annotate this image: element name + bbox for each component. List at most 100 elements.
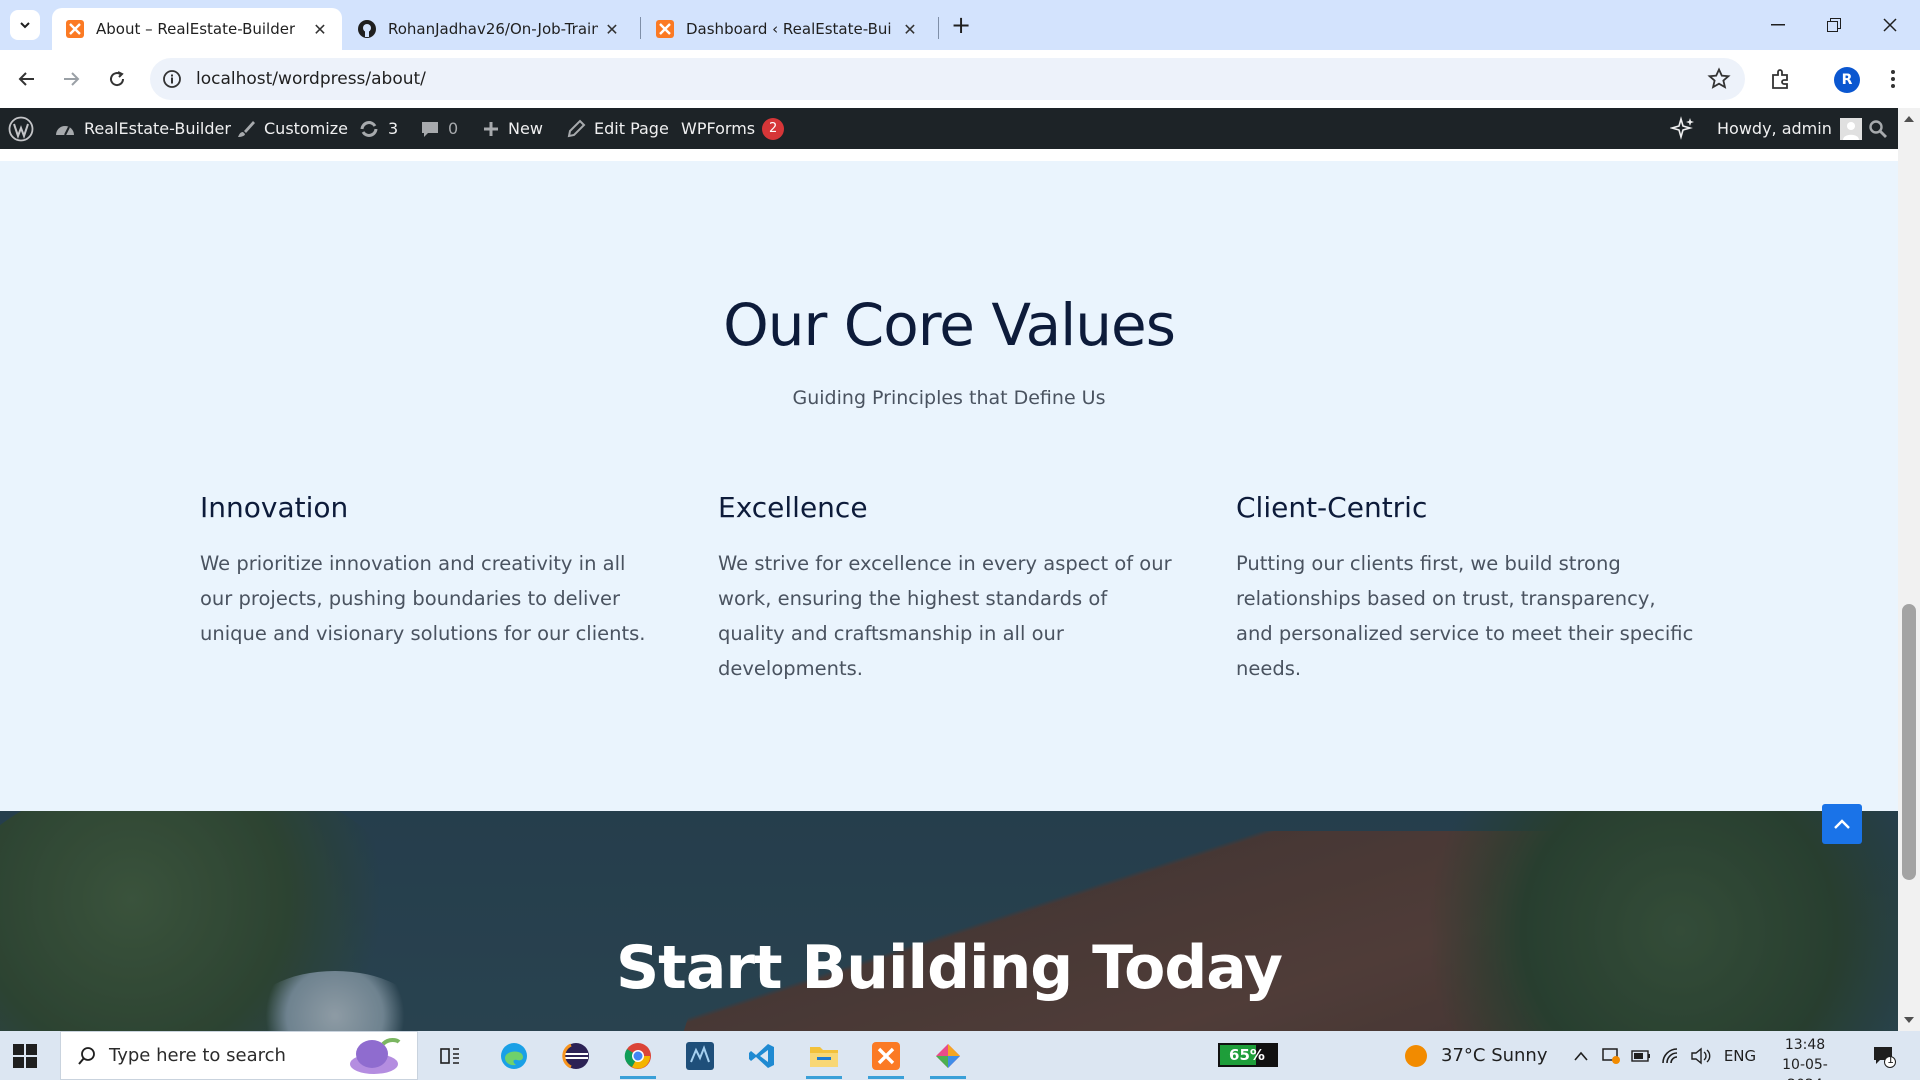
xampp-icon [66, 20, 84, 38]
search-icon [1869, 119, 1887, 138]
page-scrollbar[interactable] [1898, 108, 1920, 1031]
tab-title: RohanJadhav26/On-Job-Trainin [388, 20, 598, 38]
puzzle-icon [1772, 69, 1788, 89]
comment-icon [422, 121, 438, 137]
edge-icon [501, 1042, 527, 1069]
tab-title: About – RealEstate-Builder [96, 20, 296, 38]
updates-link[interactable]: 3 [358, 108, 398, 149]
eclipse-app[interactable] [550, 1031, 602, 1080]
value-text: We prioritize innovation and creativity … [200, 552, 646, 645]
customize-link[interactable]: Customize [236, 108, 348, 149]
back-button[interactable] [12, 64, 42, 94]
restore-button[interactable] [1806, 0, 1862, 50]
browser-tab-strip: About – RealEstate-Builder ✕ RohanJadhav… [0, 0, 1920, 50]
comments-count: 0 [448, 119, 459, 138]
extensions-button[interactable] [1768, 66, 1794, 92]
close-tab-icon[interactable]: ✕ [900, 19, 920, 39]
site-name-menu[interactable]: RealEstate-Builder [54, 108, 231, 149]
vscode-icon [749, 1043, 774, 1068]
value-card-innovation: Innovation We prioritize innovation and … [200, 491, 660, 651]
battery-tray-button[interactable] [1628, 1031, 1654, 1080]
battery-indicator[interactable]: 65% [1218, 1043, 1278, 1067]
value-card-client-centric: Client-Centric Putting our clients first… [1236, 491, 1696, 686]
tab-dashboard[interactable]: Dashboard ‹ RealEstate-Builder ✕ [642, 8, 932, 50]
search-placeholder: Type here to search [109, 1045, 286, 1066]
wpforms-label: WPForms [681, 119, 756, 138]
battery-percent: 65% [1229, 1046, 1265, 1064]
browser-menu-button[interactable] [1880, 66, 1906, 92]
refresh-icon [360, 120, 378, 137]
tab-about[interactable]: About – RealEstate-Builder ✕ [52, 8, 342, 50]
volume-tray-button[interactable] [1688, 1031, 1714, 1080]
weather-widget[interactable]: 37°C Sunny [1405, 1031, 1548, 1080]
xampp-app[interactable] [860, 1031, 912, 1080]
core-values-section: Our Core Values Guiding Principles that … [0, 161, 1898, 811]
customize-label: Customize [264, 119, 348, 138]
comments-link[interactable]: 0 [420, 108, 458, 149]
scroll-down-arrow[interactable] [1904, 1017, 1914, 1023]
scrollbar-thumb[interactable] [1902, 604, 1916, 880]
chrome-app[interactable] [612, 1031, 664, 1080]
show-hidden-icons-button[interactable] [1568, 1031, 1594, 1080]
wpforms-menu[interactable]: WPForms 2 [681, 108, 785, 149]
sparkle-icon [1670, 115, 1694, 140]
eclipse-icon [562, 1042, 589, 1069]
sun-icon [1405, 1044, 1427, 1067]
dashboard-icon [56, 125, 74, 135]
value-text: We strive for excellence in every aspect… [718, 552, 1172, 680]
my-account-menu[interactable]: Howdy, admin [1717, 108, 1862, 149]
minimize-button[interactable] [1750, 0, 1806, 50]
reload-button[interactable] [102, 64, 132, 94]
mysql-workbench-app[interactable] [674, 1031, 726, 1080]
git-client-app[interactable] [922, 1031, 974, 1080]
vscode-app[interactable] [736, 1031, 788, 1080]
task-view-icon [440, 1047, 459, 1064]
notification-center-button[interactable]: 1 [1864, 1031, 1904, 1080]
paintbrush-icon [238, 120, 255, 137]
value-heading: Innovation [200, 491, 349, 524]
minimize-icon [1771, 24, 1785, 26]
scroll-up-arrow[interactable] [1904, 116, 1914, 122]
tab-search-button[interactable] [10, 10, 40, 40]
admin-search-button[interactable] [1868, 108, 1896, 149]
taskbar-clock[interactable]: 13:48 10-05-2024 [1765, 1035, 1845, 1080]
address-bar[interactable]: localhost/wordpress/about/ [150, 58, 1745, 100]
updates-count: 3 [388, 119, 399, 138]
network-tray-button[interactable] [1658, 1031, 1684, 1080]
new-tab-button[interactable]: + [948, 11, 974, 39]
arrow-right-icon [64, 72, 80, 86]
tab-github[interactable]: RohanJadhav26/On-Job-Trainin ✕ [344, 8, 634, 50]
site-info-icon[interactable] [162, 69, 182, 89]
chevron-down-icon [20, 22, 30, 29]
section-divider [0, 149, 1898, 161]
edge-app[interactable] [488, 1031, 540, 1080]
windows-start-icon[interactable] [12, 1043, 38, 1069]
language-indicator[interactable]: ENG [1722, 1031, 1758, 1080]
value-heading: Excellence [718, 491, 868, 524]
wp-logo-menu[interactable] [8, 108, 42, 149]
close-icon [1883, 18, 1897, 32]
close-window-button[interactable] [1862, 0, 1918, 50]
profile-avatar[interactable]: R [1834, 67, 1860, 93]
restore-icon [1827, 18, 1841, 32]
defender-tray-button[interactable] [1598, 1031, 1624, 1080]
taskbar-search-box[interactable]: Type here to search [60, 1031, 418, 1080]
close-tab-icon[interactable]: ✕ [602, 19, 622, 39]
bookmark-star-icon[interactable] [1707, 67, 1731, 91]
speaker-icon [1691, 1047, 1711, 1064]
wordpress-icon [8, 116, 34, 141]
forward-button[interactable] [56, 64, 86, 94]
tab-separator [938, 17, 939, 39]
cta-title: Start Building Today [615, 933, 1283, 1003]
url-text[interactable]: localhost/wordpress/about/ [196, 69, 426, 89]
database-workbench-icon [686, 1041, 714, 1070]
edit-page-link[interactable]: Edit Page [566, 108, 669, 149]
task-view-button[interactable] [424, 1031, 476, 1080]
file-explorer-app[interactable] [798, 1031, 850, 1080]
close-tab-icon[interactable]: ✕ [310, 19, 330, 39]
scroll-to-top-button[interactable] [1822, 804, 1862, 844]
security-icon [1602, 1047, 1620, 1064]
ai-assistant-button[interactable] [1670, 108, 1704, 149]
site-name: RealEstate-Builder [84, 119, 231, 138]
new-content-menu[interactable]: New [482, 108, 543, 149]
